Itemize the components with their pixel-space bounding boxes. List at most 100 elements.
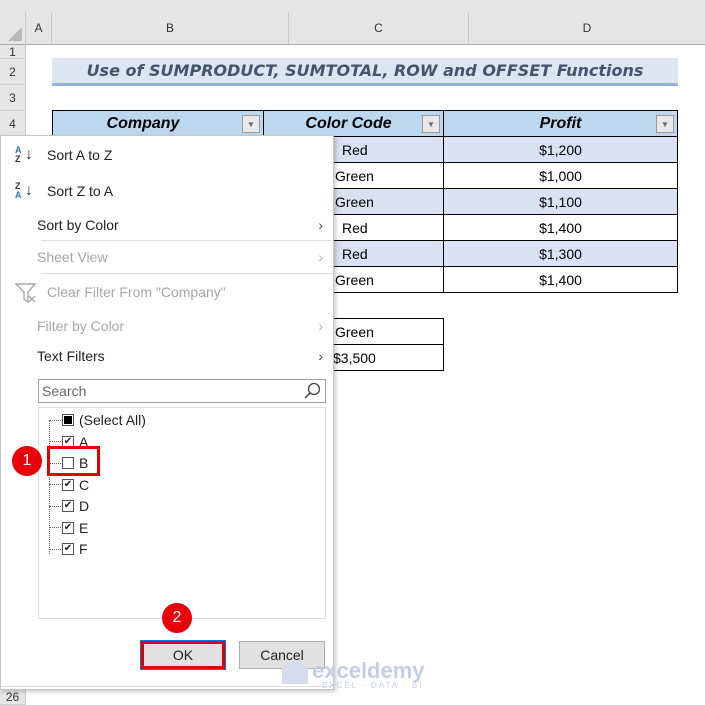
- row-header-1[interactable]: 1: [0, 45, 26, 59]
- table-row-profit-cell[interactable]: $1,300: [443, 240, 678, 267]
- menu-separator: [41, 273, 333, 274]
- filter-item-label: C: [79, 476, 90, 493]
- sort-z-to-a-label: Sort Z to A: [47, 183, 114, 199]
- step-2-badge: 2: [162, 603, 192, 633]
- profit-value: $1,000: [539, 167, 582, 184]
- menu-separator: [41, 240, 333, 241]
- row-header-2[interactable]: 2: [0, 59, 26, 85]
- filter-values-list[interactable]: (Select All) ✔ A B ✔ C ✔ D ✔ E ✔ F: [38, 407, 326, 619]
- tree-connector: [49, 548, 61, 550]
- profit-value: $1,400: [539, 219, 582, 236]
- sheet-view-label: Sheet View: [37, 249, 108, 265]
- tree-connector: [49, 527, 61, 528]
- filter-item-label: F: [79, 541, 88, 557]
- clear-filter-label: Clear Filter From "Company": [47, 284, 226, 300]
- column-header-b[interactable]: B: [52, 12, 289, 44]
- sort-z-to-a[interactable]: Z A ↓ Sort Z to A: [1, 178, 333, 204]
- chevron-right-icon: ›: [318, 249, 323, 265]
- header-profit: Profit ▼: [443, 110, 678, 137]
- criteria-result: $3,500: [333, 349, 376, 366]
- header-company-label: Company: [106, 114, 180, 132]
- filter-item-label: D: [79, 498, 90, 514]
- profit-filter-dropdown[interactable]: ▼: [656, 115, 674, 133]
- color-code-value: Red: [342, 219, 368, 236]
- filter-item[interactable]: ✔ E: [49, 518, 88, 538]
- filter-item[interactable]: (Select All): [49, 410, 146, 430]
- search-placeholder: Search: [42, 383, 87, 399]
- sort-a-to-z[interactable]: A Z ↓ Sort A to Z: [1, 142, 333, 168]
- sort-by-color[interactable]: Sort by Color ›: [1, 212, 333, 238]
- search-input[interactable]: Search: [38, 379, 326, 403]
- filter-item-label: (Select All): [79, 412, 146, 428]
- color-code-value: Red: [342, 245, 368, 262]
- chevron-right-icon: ›: [318, 348, 323, 364]
- column-headers: A B C D: [26, 12, 705, 45]
- tree-connector: [49, 484, 61, 485]
- cancel-label: Cancel: [260, 647, 304, 663]
- filter-item[interactable]: ✔ F: [49, 539, 88, 559]
- chevron-right-icon: ›: [318, 318, 323, 334]
- header-profit-label: Profit: [539, 114, 582, 132]
- tree-connector: [49, 441, 61, 442]
- clear-filter: Clear Filter From "Company": [1, 279, 333, 305]
- table-row-profit-cell[interactable]: $1,400: [443, 214, 678, 241]
- column-header-a[interactable]: A: [26, 12, 52, 44]
- profit-value: $1,200: [539, 141, 582, 158]
- ok-label: OK: [172, 647, 194, 663]
- ok-button[interactable]: OK: [140, 640, 226, 670]
- profit-value: $1,300: [539, 245, 582, 262]
- header-color-code-label: Color Code: [305, 114, 392, 132]
- sort-descending-icon: Z A ↓: [15, 181, 33, 200]
- criteria-color: Green: [335, 323, 374, 340]
- color-code-value: Red: [342, 141, 368, 158]
- row-header-3[interactable]: 3: [0, 85, 26, 111]
- sort-by-color-label: Sort by Color: [37, 217, 119, 233]
- table-row-profit-cell[interactable]: $1,000: [443, 162, 678, 189]
- step-1-badge: 1: [12, 446, 42, 476]
- criteria-color-cell[interactable]: Green: [320, 318, 444, 345]
- menu-footer-divider: [1, 686, 333, 687]
- chevron-right-icon: ›: [318, 217, 323, 233]
- checkbox[interactable]: ✔: [62, 500, 74, 512]
- checkbox[interactable]: [62, 414, 74, 426]
- watermark-tagline: EXCEL · DATA · BI: [322, 681, 424, 690]
- tree-connector: [49, 505, 61, 507]
- criteria-result-cell[interactable]: $3,500: [320, 344, 444, 371]
- checkbox[interactable]: ✔: [62, 478, 74, 491]
- filter-item-label: E: [79, 519, 89, 536]
- header-company: Company ▼: [52, 110, 264, 137]
- top-strip: [0, 0, 705, 12]
- tree-connector: [49, 419, 61, 421]
- color-code-value: Green: [335, 167, 374, 184]
- row-header-4[interactable]: 4: [0, 111, 26, 137]
- filter-item[interactable]: ✔ D: [49, 496, 89, 516]
- checkbox[interactable]: ✔: [62, 521, 74, 534]
- sheet-view: Sheet View ›: [1, 244, 333, 270]
- sheet-title: Use of SUMPRODUCT, SUMTOTAL, ROW and OFF…: [52, 58, 678, 86]
- profit-value: $1,400: [539, 271, 582, 288]
- table-row-profit-cell[interactable]: $1,200: [443, 136, 678, 163]
- company-filter-dropdown[interactable]: ▼: [242, 115, 260, 133]
- sort-a-to-z-label: Sort A to Z: [47, 147, 113, 163]
- table-row-profit-cell[interactable]: $1,400: [443, 266, 678, 293]
- column-header-c[interactable]: C: [289, 12, 469, 44]
- sort-ascending-icon: A Z ↓: [15, 145, 33, 164]
- color-code-value: Green: [335, 271, 374, 288]
- checkbox[interactable]: ✔: [62, 543, 74, 555]
- text-filters[interactable]: Text Filters ›: [1, 343, 333, 369]
- color-code-filter-dropdown[interactable]: ▼: [422, 115, 440, 133]
- header-color-code: Color Code ▼: [263, 110, 444, 137]
- row-header-26[interactable]: 26: [0, 689, 26, 705]
- table-row-profit-cell[interactable]: $1,100: [443, 188, 678, 215]
- filter-item[interactable]: ✔ C: [49, 475, 89, 495]
- filter-by-color-label: Filter by Color: [37, 318, 125, 334]
- column-header-d[interactable]: D: [469, 12, 705, 44]
- highlight-box-b: [47, 446, 100, 476]
- select-all-corner[interactable]: [0, 12, 26, 45]
- filter-by-color: Filter by Color ›: [1, 313, 333, 339]
- clear-filter-icon: [14, 282, 37, 307]
- search-icon: [303, 382, 321, 400]
- profit-value: $1,100: [539, 193, 582, 210]
- text-filters-label: Text Filters: [37, 348, 105, 364]
- color-code-value: Green: [335, 193, 374, 210]
